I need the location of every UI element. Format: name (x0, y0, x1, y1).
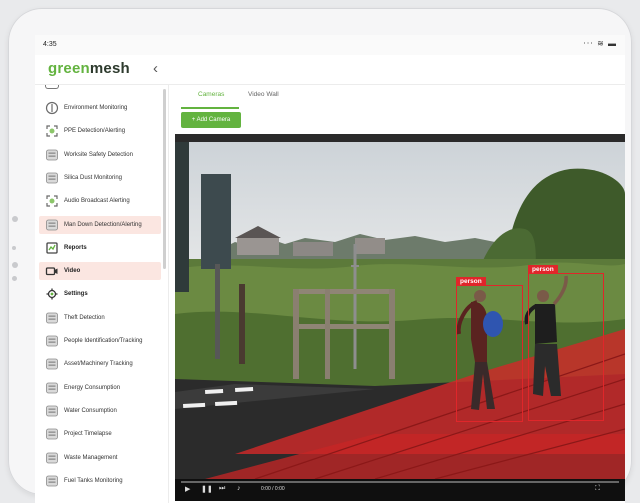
fullscreen-icon[interactable]: ⛶ (595, 485, 600, 493)
sidebar-item-label: Worksite Safety Detection (64, 151, 133, 158)
camera-video-feed[interactable]: person person ▶ ❚❚ ⏭ ♪ 0:00 / 0:00 ⛶ (175, 134, 625, 501)
sidebar-item-fuel-tanks-monitoring[interactable]: Fuel Tanks Monitoring (39, 472, 161, 490)
volume-icon[interactable]: ♪ (237, 485, 241, 492)
module-icon (45, 357, 59, 371)
sensor-dot (12, 246, 16, 250)
tab-active-indicator (181, 107, 239, 109)
logo-part-green: green (48, 60, 90, 77)
sidebar-item-label: Waste Management (64, 454, 118, 461)
logo-part-mesh: mesh (89, 60, 130, 77)
sidebar-scrollbar[interactable] (163, 89, 166, 269)
home-dot (12, 262, 18, 268)
sidebar-item-worksite-safety-detection[interactable]: Worksite Safety Detection (39, 146, 161, 164)
module-icon (45, 381, 59, 395)
sidebar-item-environment-monitoring[interactable]: Environment Monitoring (39, 99, 161, 117)
detection-box-person-2 (528, 273, 604, 421)
sidebar-item-reports[interactable]: Reports (39, 239, 161, 257)
sidebar-item-label: PPE Detection/Alerting (64, 128, 126, 135)
leaf-icon (45, 101, 59, 115)
sidebar-item-label: Water Consumption (64, 407, 117, 414)
reports-icon (45, 241, 59, 255)
sidebar-item-project-timelapse[interactable]: Project Timelapse (39, 425, 161, 443)
module-icon (45, 334, 59, 348)
status-bar: 4:35 ⋅⋅⋅ ≋ ▬ (35, 35, 625, 55)
module-icon (45, 474, 59, 488)
app-logo[interactable]: greenmesh (48, 60, 130, 77)
mic-dot (12, 276, 17, 281)
tab-cameras[interactable]: Cameras (198, 91, 224, 98)
module-icon (45, 148, 59, 162)
sidebar-item-label: Project Timelapse (64, 431, 112, 438)
pause-icon[interactable]: ❚❚ (201, 485, 213, 493)
sidebar-item-settings[interactable]: Settings (39, 285, 161, 303)
camera-dot (12, 216, 18, 222)
sidebar-item-audio-broadcast-alerting[interactable]: Audio Broadcast Alerting (39, 192, 161, 210)
sidebar-item-ppe-detection-alerting[interactable]: PPE Detection/Alerting (39, 122, 161, 140)
play-icon[interactable]: ▶ (185, 485, 190, 493)
sidebar: Environment Monitoring PPE Detection/Aler… (35, 85, 169, 503)
sidebar-item-silica-dust-monitoring[interactable]: Silica Dust Monitoring (39, 169, 161, 187)
module-icon (45, 427, 59, 441)
sidebar-item-label: Asset/Machinery Tracking (64, 361, 133, 368)
sidebar-item-water-consumption[interactable]: Water Consumption (39, 402, 161, 420)
module-icon (45, 404, 59, 418)
sidebar-item-asset-machinery-tracking[interactable]: Asset/Machinery Tracking (39, 355, 161, 373)
sidebar-item-label: Audio Broadcast Alerting (64, 198, 130, 205)
sidebar-item-label: Video (64, 268, 81, 275)
video-player-controls: ▶ ❚❚ ⏭ ♪ 0:00 / 0:00 ⛶ (175, 479, 625, 501)
sidebar-item-man-down-detection-alerting[interactable]: Man Down Detection/Alerting (39, 215, 161, 234)
sidebar-item-label: Man Down Detection/Alerting (64, 221, 142, 228)
sidebar-item-label: Silica Dust Monitoring (64, 174, 123, 181)
sidebar-item-partial[interactable] (45, 85, 59, 89)
sidebar-item-label: Reports (64, 244, 87, 251)
gear-icon (45, 287, 59, 301)
sidebar-item-label: Environment Monitoring (64, 105, 128, 111)
sidebar-item-label: Energy Consumption (64, 384, 121, 391)
module-icon (45, 171, 59, 185)
scan-icon (45, 124, 59, 138)
sidebar-item-people-identification-tracking[interactable]: People Identification/Tracking (39, 332, 161, 350)
add-camera-button[interactable]: + Add Camera (181, 112, 241, 128)
sidebar-item-theft-detection[interactable]: Theft Detection (39, 309, 161, 327)
detection-label-1: person (456, 277, 486, 286)
tab-video-wall[interactable]: Video Wall (248, 91, 279, 98)
video-icon (45, 264, 59, 278)
status-time: 4:35 (43, 41, 57, 48)
module-icon (45, 218, 59, 232)
chevron-left-icon[interactable]: ‹ (153, 60, 158, 77)
sidebar-item-energy-consumption[interactable]: Energy Consumption (39, 379, 161, 397)
tablet-frame: 4:35 ⋅⋅⋅ ≋ ▬ greenmesh ‹ Environment Mon… (8, 8, 632, 503)
sidebar-item-video[interactable]: Video (39, 262, 161, 281)
status-icons: ⋅⋅⋅ ≋ ▬ (583, 39, 617, 48)
sidebar-item-label: Theft Detection (64, 314, 105, 321)
sidebar-item-label: Fuel Tanks Monitoring (64, 477, 123, 484)
detection-box-person-1 (456, 285, 523, 422)
tablet-screen: 4:35 ⋅⋅⋅ ≋ ▬ greenmesh ‹ Environment Mon… (35, 35, 625, 503)
video-progress-track[interactable] (181, 481, 619, 483)
video-time: 0:00 / 0:00 (261, 486, 285, 492)
detection-label-2: person (528, 265, 558, 274)
scan-icon (45, 194, 59, 208)
app-header: greenmesh ‹ (35, 55, 625, 85)
module-icon (45, 451, 59, 465)
next-icon[interactable]: ⏭ (219, 485, 225, 493)
main-content: Cameras Video Wall + Add Camera person p… (169, 85, 625, 503)
module-icon (45, 311, 59, 325)
sidebar-item-label: People Identification/Tracking (64, 338, 143, 344)
sidebar-item-waste-management[interactable]: Waste Management (39, 449, 161, 467)
sidebar-item-label: Settings (64, 291, 88, 298)
